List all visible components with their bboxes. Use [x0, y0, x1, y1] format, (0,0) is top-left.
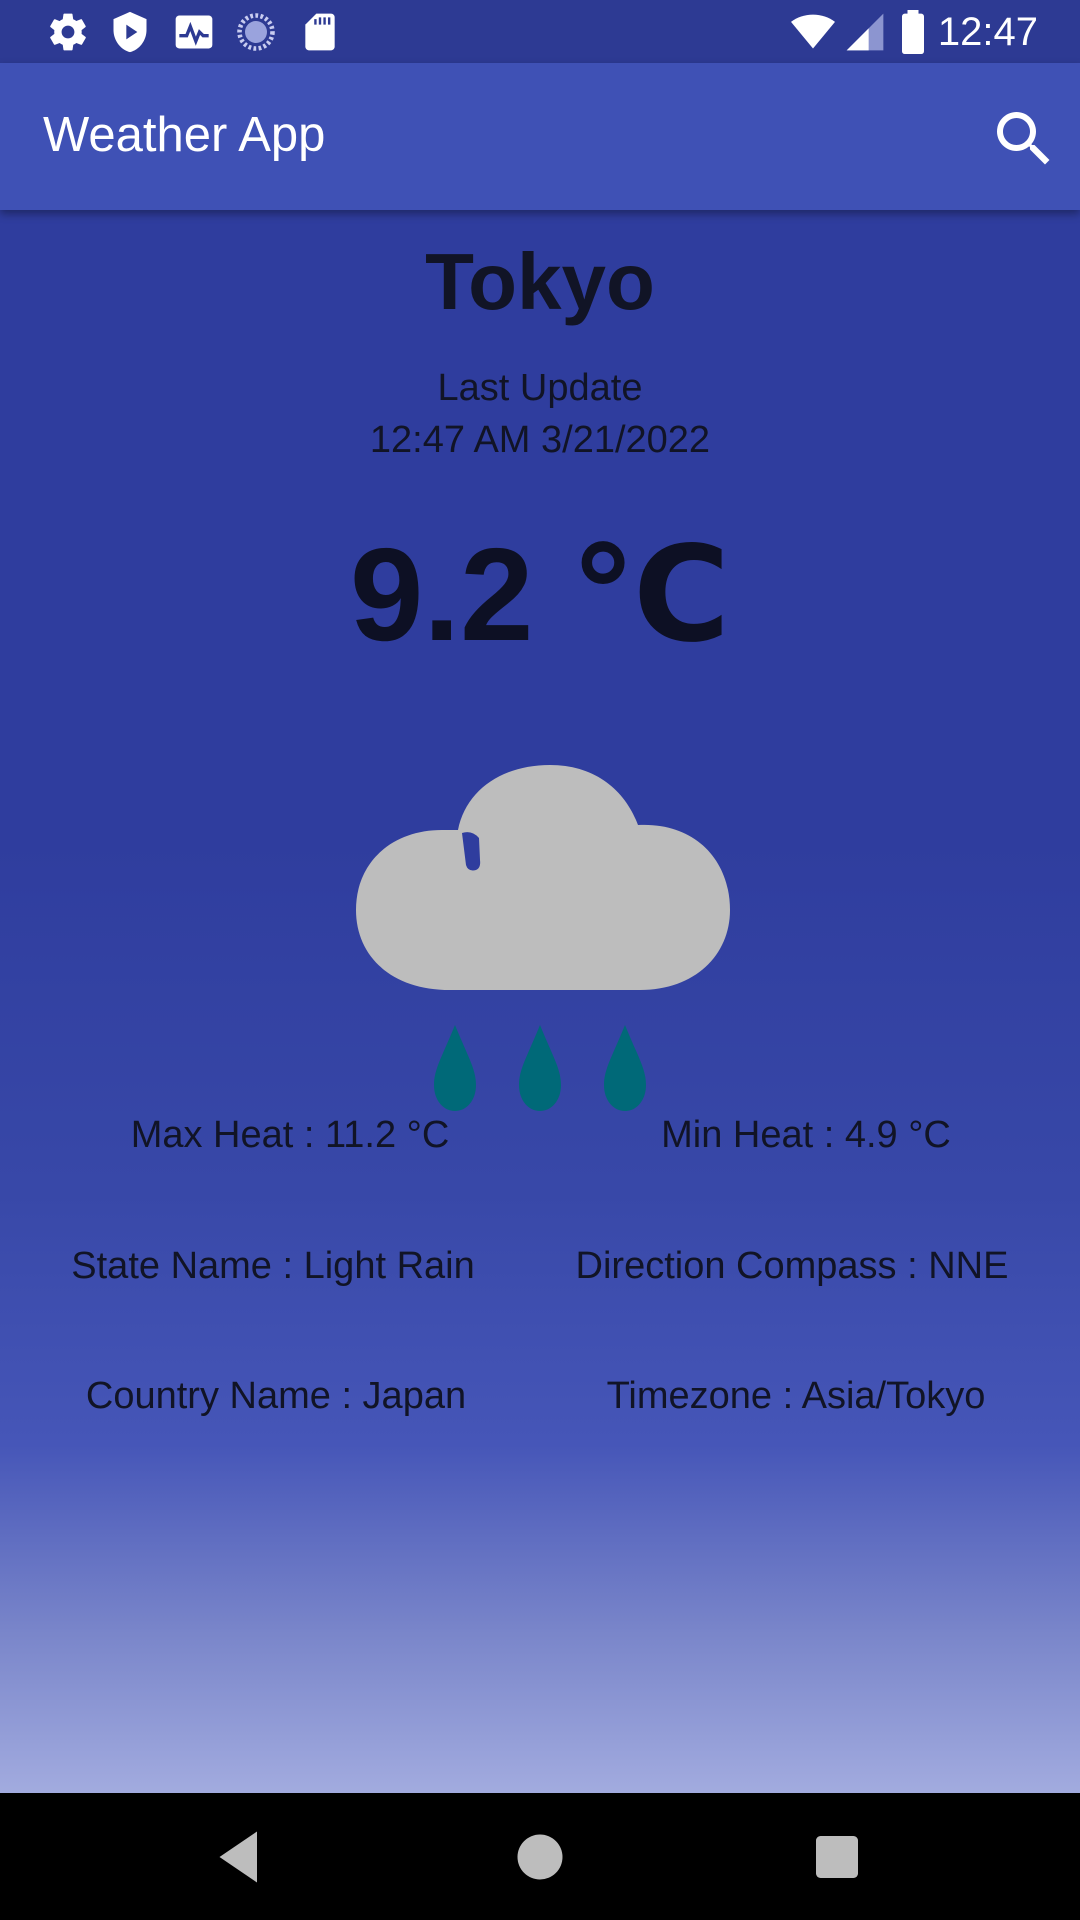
wifi-icon	[791, 14, 835, 49]
city-name: Tokyo	[425, 237, 655, 326]
country-name: Country Name : Japan	[85, 1375, 467, 1417]
activity-monitor-icon	[175, 15, 213, 49]
rain-drops	[434, 1025, 646, 1111]
search-icon[interactable]	[988, 103, 1060, 175]
min-heat: Min Heat : 4.9 °C	[661, 1114, 951, 1156]
cloud-shape	[356, 765, 730, 990]
direction-compass: Direction Compass : NNE	[575, 1245, 1009, 1287]
status-bar: 12:47	[0, 0, 1080, 63]
loading-circle-icon	[237, 13, 275, 51]
status-time: 12:47	[937, 10, 1038, 54]
cellular-signal-icon	[846, 13, 884, 51]
battery-icon	[902, 10, 924, 54]
last-update-label: Last Update	[437, 367, 643, 409]
max-heat: Max Heat : 11.2 °C	[130, 1114, 450, 1156]
app-bar: Weather App	[0, 63, 1080, 210]
timezone: Timezone : Asia/Tokyo	[606, 1375, 986, 1417]
navigation-bar	[0, 1793, 1080, 1920]
shield-play-icon	[113, 11, 147, 53]
state-name: State Name : Light Rain	[71, 1245, 475, 1287]
back-icon[interactable]	[206, 1821, 278, 1893]
sd-card-icon	[305, 13, 335, 51]
app-title: Weather App	[43, 108, 326, 162]
weather-content: Tokyo Last Update 12:47 AM 3/21/2022 9.2…	[0, 210, 1080, 1793]
last-update-time: 12:47 AM 3/21/2022	[369, 419, 711, 461]
settings-icon	[50, 13, 86, 51]
recents-icon[interactable]	[801, 1821, 873, 1893]
home-icon[interactable]	[504, 1821, 576, 1893]
current-temperature: 9.2 ℃	[349, 521, 730, 668]
